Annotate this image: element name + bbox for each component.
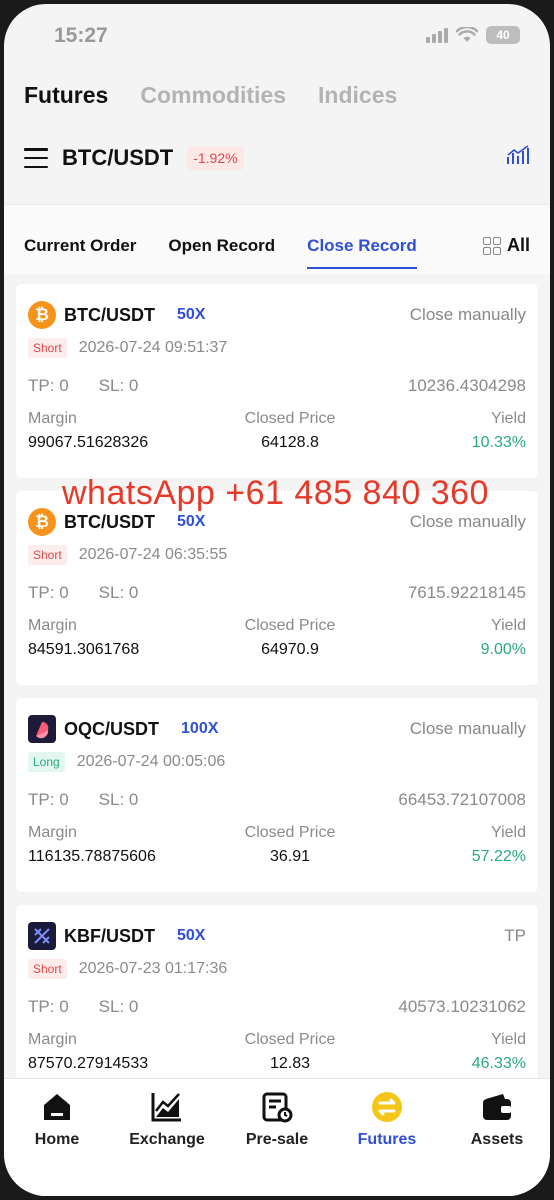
record-pnl: 10236.4304298 — [407, 376, 526, 395]
closed-price-value: 12.83 — [269, 1055, 311, 1072]
closed-price-value: 64128.8 — [261, 434, 319, 451]
record-pair: BTC/USDT — [64, 511, 155, 532]
record-date: 2026-07-24 09:51:37 — [78, 339, 228, 356]
margin-label: Margin — [28, 1031, 77, 1048]
bottom-nav: Home Exchange Pre-sale Futures Assets — [4, 1078, 550, 1196]
futures-icon — [337, 1089, 437, 1125]
grid-icon — [482, 236, 501, 255]
nav-home[interactable]: Home — [7, 1089, 107, 1149]
record-pair: OQC/USDT — [64, 718, 160, 739]
record-close-type: Close manually — [409, 719, 526, 738]
margin-value: 116135.78875606 — [28, 848, 156, 865]
record-leverage: 50X — [177, 306, 206, 323]
tp-value: TP: 0 — [28, 583, 69, 602]
battery-icon: 40 — [486, 26, 520, 44]
wifi-icon — [456, 27, 478, 43]
tp-value: TP: 0 — [28, 376, 69, 395]
closed-price-label: Closed Price — [244, 410, 336, 427]
nav-futures[interactable]: Futures — [337, 1089, 437, 1149]
sl-value: SL: 0 — [98, 997, 139, 1016]
yield-value: 10.33% — [471, 434, 526, 451]
tab-current-order[interactable]: Current Order — [24, 236, 136, 256]
presale-receipt-icon — [227, 1089, 327, 1125]
signal-icon — [426, 27, 448, 43]
record-date: 2026-07-23 01:17:36 — [78, 960, 228, 977]
record-close-type: Close manually — [409, 512, 526, 531]
status-icons: 40 — [426, 26, 520, 44]
tab-commodities[interactable]: Commodities — [140, 82, 286, 109]
side-badge: Long — [28, 752, 65, 772]
side-badge: Short — [28, 545, 67, 565]
nav-assets[interactable]: Assets — [447, 1089, 547, 1149]
market-tabs: Futures Commodities Indices — [24, 82, 397, 109]
closed-price-label: Closed Price — [244, 1031, 336, 1048]
record-card[interactable]: OQC/USDT 100X Close manually Long 2026-0… — [16, 698, 538, 892]
record-card[interactable]: ₿ BTC/USDT 50X Close manually Short 2026… — [16, 284, 538, 478]
price-change-badge: -1.92% — [187, 146, 244, 170]
margin-value: 87570.27914533 — [28, 1055, 149, 1072]
record-pnl: 66453.72107008 — [398, 790, 526, 809]
closed-price-value: 64970.9 — [261, 641, 319, 658]
closed-price-label: Closed Price — [244, 824, 336, 841]
yield-value: 9.00% — [480, 641, 526, 658]
record-card[interactable]: ₿ BTC/USDT 50X Close manually Short 2026… — [16, 491, 538, 685]
record-leverage: 50X — [177, 927, 206, 944]
yield-value: 57.22% — [471, 848, 526, 865]
pair-header: BTC/USDT -1.92% — [24, 140, 530, 176]
margin-value: 99067.51628326 — [28, 434, 149, 451]
tab-indices[interactable]: Indices — [318, 82, 397, 109]
record-tabs-bar: Current Order Open Record Close Record A… — [4, 204, 550, 274]
exchange-chart-icon — [117, 1089, 217, 1125]
yield-label: Yield — [491, 617, 526, 634]
closed-price-label: Closed Price — [244, 617, 336, 634]
btc-coin-icon: ₿ — [28, 301, 56, 329]
record-pair: BTC/USDT — [64, 304, 155, 325]
watermark-text: whatsApp +61 485 840 360 — [62, 474, 489, 512]
nav-exchange[interactable]: Exchange — [117, 1089, 217, 1149]
record-close-type: Close manually — [409, 305, 526, 324]
tab-futures[interactable]: Futures — [24, 82, 108, 109]
record-pnl: 7615.92218145 — [407, 583, 526, 602]
oqc-coin-icon — [28, 715, 56, 743]
margin-value: 84591.3061768 — [28, 641, 140, 658]
tp-value: TP: 0 — [28, 790, 69, 809]
yield-label: Yield — [491, 410, 526, 427]
tab-close-record[interactable]: Close Record — [307, 236, 417, 269]
margin-label: Margin — [28, 410, 77, 427]
margin-label: Margin — [28, 824, 77, 841]
record-close-type: TP — [504, 926, 526, 945]
status-time: 15:27 — [54, 24, 108, 47]
all-filter-button[interactable]: All — [482, 235, 530, 256]
sl-value: SL: 0 — [98, 583, 139, 602]
record-leverage: 50X — [177, 513, 206, 530]
yield-label: Yield — [491, 824, 526, 841]
record-card[interactable]: KBF/USDT 50X TP Short 2026-07-23 01:17:3… — [16, 905, 538, 1099]
yield-value: 46.33% — [471, 1055, 526, 1072]
phone-screen: 15:27 40 Futures Commodities Indices BTC… — [4, 4, 550, 1196]
record-date: 2026-07-24 06:35:55 — [78, 546, 228, 563]
btc-coin-icon: ₿ — [28, 508, 56, 536]
kline-chart-icon[interactable] — [506, 144, 530, 173]
side-badge: Short — [28, 959, 67, 979]
record-leverage: 100X — [181, 720, 219, 737]
home-icon — [7, 1089, 107, 1125]
menu-icon[interactable] — [24, 148, 48, 168]
nav-presale[interactable]: Pre-sale — [227, 1089, 327, 1149]
wallet-icon — [447, 1089, 547, 1125]
status-bar: 15:27 40 — [4, 4, 550, 66]
record-pnl: 40573.10231062 — [398, 997, 526, 1016]
yield-label: Yield — [491, 1031, 526, 1048]
closed-price-value: 36.91 — [269, 848, 311, 865]
tab-open-record[interactable]: Open Record — [168, 236, 275, 256]
sl-value: SL: 0 — [98, 790, 139, 809]
all-label: All — [506, 235, 530, 255]
tp-value: TP: 0 — [28, 997, 69, 1016]
side-badge: Short — [28, 338, 67, 358]
pair-title[interactable]: BTC/USDT — [62, 145, 173, 171]
kbf-coin-icon — [28, 922, 56, 950]
record-pair: KBF/USDT — [64, 925, 155, 946]
record-date: 2026-07-24 00:05:06 — [76, 753, 226, 770]
margin-label: Margin — [28, 617, 77, 634]
sl-value: SL: 0 — [98, 376, 139, 395]
